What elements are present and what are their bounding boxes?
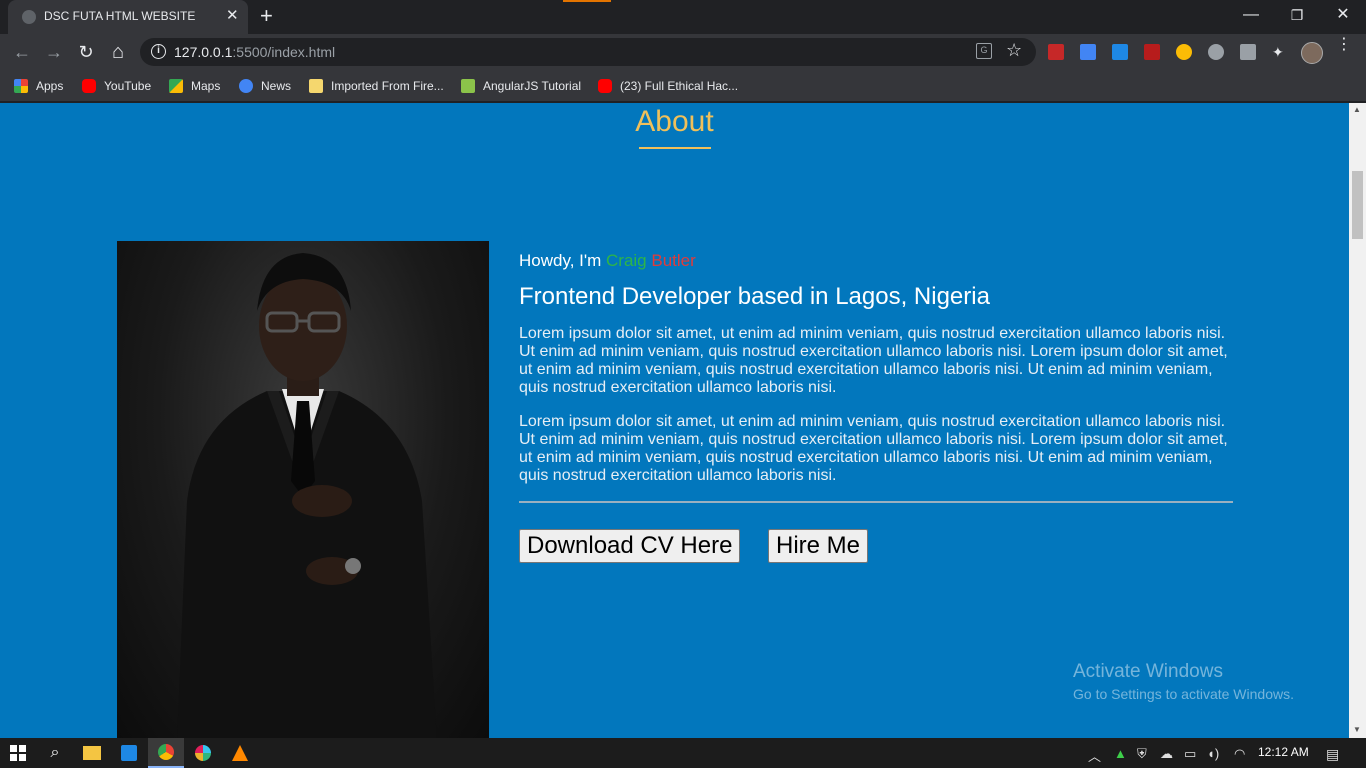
bookmark-angularjs-tutorial[interactable]: AngularJS Tutorial: [461, 76, 581, 96]
bookmark-news[interactable]: News: [239, 76, 291, 96]
back-button[interactable]: ←: [10, 40, 34, 64]
download-cv-button[interactable]: Download CV Here: [519, 529, 741, 563]
show-hidden-icons-icon[interactable]: ︿: [1088, 746, 1101, 765]
site-info-icon[interactable]: i: [151, 44, 166, 59]
address-bar[interactable]: i 127.0.0.1:5500/index.html G ☆: [140, 38, 1036, 66]
url-host: 127.0.0.1: [174, 44, 233, 60]
tab-title: DSC FUTA HTML WEBSITE: [44, 9, 196, 23]
portrait-illustration: [177, 253, 437, 738]
bookmark-ethical-hacking[interactable]: (23) Full Ethical Hac...: [598, 76, 738, 96]
folder-icon: [309, 79, 323, 93]
tab-strip-accent: [563, 0, 611, 2]
slack-icon[interactable]: [185, 738, 221, 768]
youtube-icon: [82, 79, 96, 93]
extension-copy-icon[interactable]: [1240, 44, 1256, 60]
scroll-thumb[interactable]: [1352, 171, 1363, 239]
scroll-up-arrow-icon[interactable]: ▲: [1353, 105, 1361, 114]
bookmarks-bar: Apps YouTube Maps News Imported From Fir…: [0, 70, 1366, 102]
google-translate-extension-icon[interactable]: [1080, 44, 1096, 60]
apps-grid-icon: [14, 79, 28, 93]
content-divider: [519, 501, 1233, 503]
file-explorer-icon[interactable]: [74, 738, 110, 768]
bookmark-label: Imported From Fire...: [331, 79, 444, 93]
right-hand-shape: [292, 485, 352, 517]
profile-avatar[interactable]: [1301, 42, 1323, 64]
bookmark-label: Maps: [191, 79, 221, 93]
bookmark-maps[interactable]: Maps: [169, 76, 220, 96]
maps-icon: [169, 79, 183, 93]
about-paragraph-1: Lorem ipsum dolor sit amet, ut enim ad m…: [519, 325, 1228, 396]
minimize-button[interactable]: —: [1228, 4, 1274, 26]
bookmark-label: AngularJS Tutorial: [483, 79, 582, 93]
nvidia-tray-icon[interactable]: ▲: [1114, 746, 1127, 761]
scroll-down-arrow-icon[interactable]: ▼: [1353, 725, 1361, 734]
bookmark-youtube[interactable]: YouTube: [82, 76, 151, 96]
taskbar-clock[interactable]: 12:12 AM: [1258, 745, 1309, 759]
onedrive-cloud-icon[interactable]: ☁: [1160, 746, 1173, 762]
chrome-extension-icon[interactable]: [1176, 44, 1192, 60]
windows-logo-icon: [10, 745, 26, 761]
new-tab-button[interactable]: +: [260, 4, 273, 28]
wifi-icon[interactable]: ◠: [1234, 746, 1245, 762]
bookmark-label: (23) Full Ethical Hac...: [620, 79, 739, 93]
title-underline: [639, 147, 711, 149]
defender-tray-icon[interactable]: ⛨: [1137, 746, 1147, 762]
close-window-button[interactable]: ✕: [1320, 4, 1366, 26]
windows-taskbar: ⌕ ︿ ▲ ⛨ ☁ ▭ ◖) ◠ 12:12 AM ▤: [0, 738, 1366, 768]
globe-icon: [22, 10, 36, 24]
extensions-puzzle-icon[interactable]: ✦: [1272, 44, 1288, 60]
search-icon[interactable]: ⌕: [37, 738, 73, 768]
about-paragraph-2: Lorem ipsum dolor sit amet, ut enim ad m…: [519, 413, 1228, 484]
hire-me-button[interactable]: Hire Me: [768, 529, 869, 563]
youtube-icon: [598, 79, 612, 93]
translate-icon[interactable]: G: [976, 43, 992, 59]
activate-windows-subtitle: Go to Settings to activate Windows.: [1073, 686, 1294, 702]
url-text[interactable]: 127.0.0.1:5500/index.html: [174, 44, 335, 60]
about-section: About Howdy, I'm Craig Butler Frontend D…: [0, 103, 1349, 738]
start-button[interactable]: [0, 738, 36, 768]
extension-gray-icon[interactable]: [1208, 44, 1224, 60]
section-title: About: [635, 105, 714, 138]
last-name: Butler: [651, 251, 696, 270]
first-name: Craig: [606, 251, 647, 270]
bookmark-label: YouTube: [104, 79, 152, 93]
bookmark-apps[interactable]: Apps: [14, 76, 63, 96]
vscode-icon[interactable]: [111, 738, 147, 768]
watch-shape: [345, 558, 361, 574]
chrome-taskbar-icon[interactable]: [148, 738, 184, 768]
bookmark-label: News: [261, 79, 292, 93]
page-scrollbar[interactable]: ▲ ▼: [1349, 103, 1366, 738]
bookmark-folder-imported[interactable]: Imported From Fire...: [309, 76, 444, 96]
volume-icon[interactable]: ◖): [1207, 746, 1219, 761]
extension-blue-icon[interactable]: [1112, 44, 1128, 60]
news-icon: [239, 79, 253, 93]
url-path: :5500/index.html: [232, 44, 336, 60]
tab-close-icon[interactable]: ✕: [226, 8, 239, 24]
greeting-line: Howdy, I'm Craig Butler: [519, 251, 696, 271]
browser-tab-strip: DSC FUTA HTML WEBSITE ✕ + — ❐ ✕: [0, 0, 1366, 34]
active-tab[interactable]: DSC FUTA HTML WEBSITE ✕: [8, 0, 248, 34]
role-heading: Frontend Developer based in Lagos, Niger…: [519, 283, 990, 310]
bookmark-star-icon[interactable]: ☆: [1006, 40, 1022, 61]
greeting-prefix: Howdy, I'm: [519, 251, 602, 270]
notifications-icon[interactable]: ▤: [1326, 746, 1339, 763]
restore-button[interactable]: ❐: [1274, 4, 1320, 26]
bookmark-label: Apps: [36, 79, 64, 93]
browser-menu-icon[interactable]: ⋮: [1336, 37, 1352, 53]
activate-windows-title: Activate Windows: [1073, 661, 1223, 682]
forward-button[interactable]: →: [42, 40, 66, 64]
browser-toolbar: ← → ↻ ⌂ i 127.0.0.1:5500/index.html G ☆ …: [0, 34, 1366, 70]
vlc-icon[interactable]: [222, 738, 258, 768]
reload-button[interactable]: ↻: [74, 40, 98, 64]
angular-tutorial-icon: [461, 79, 475, 93]
extension-red-book-icon[interactable]: [1048, 44, 1064, 60]
home-button[interactable]: ⌂: [106, 40, 130, 64]
acrobat-extension-icon[interactable]: [1144, 44, 1160, 60]
profile-photo: [117, 241, 489, 738]
battery-icon[interactable]: ▭: [1184, 746, 1196, 762]
